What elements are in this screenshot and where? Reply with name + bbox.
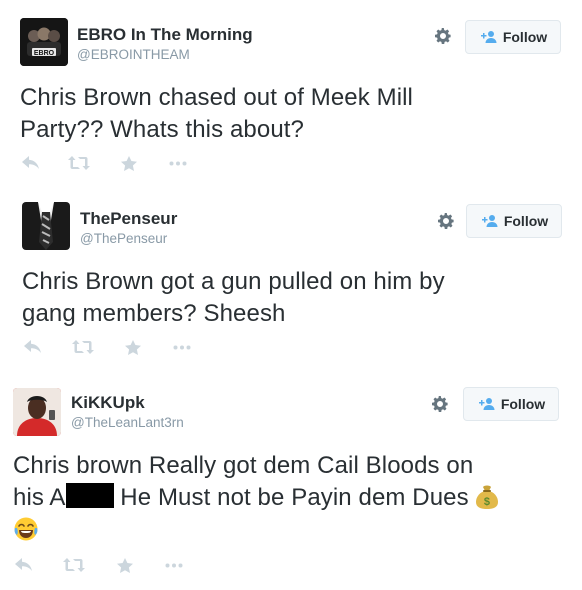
- svg-text:$: $: [484, 496, 490, 508]
- author-name[interactable]: KiKKUpk: [71, 393, 145, 413]
- tweet-text-line: Chris Brown got a gun pulled on him by: [22, 268, 445, 295]
- avatar[interactable]: [22, 202, 70, 250]
- avatar[interactable]: EBRO: [20, 18, 68, 66]
- more-icon[interactable]: [169, 161, 187, 166]
- more-icon[interactable]: [173, 345, 191, 350]
- tweet-text-line: gang members? Sheesh: [22, 300, 286, 327]
- follow-person-icon: [480, 214, 498, 228]
- tweet-actions: [13, 558, 213, 578]
- tweet-text-line: Party?? Whats this about?: [20, 116, 304, 143]
- tweet-text-line: Chris Brown chased out of Meek Mill: [20, 84, 413, 111]
- ebro-logo-avatar: EBRO: [20, 18, 68, 66]
- reply-icon[interactable]: [15, 558, 33, 572]
- gear-icon[interactable]: [430, 394, 450, 414]
- follow-person-icon: [479, 30, 497, 44]
- author-handle[interactable]: @EBROINTHEAM: [77, 47, 190, 62]
- suit-tie-avatar: [22, 202, 70, 250]
- author-name[interactable]: EBRO In The Morning: [77, 25, 253, 45]
- follow-button-label: Follow: [500, 396, 546, 412]
- tweet-text-fragment: his A: [13, 484, 66, 511]
- favorite-icon[interactable]: [125, 340, 141, 356]
- follow-button[interactable]: Follow: [466, 204, 562, 238]
- tweet-text: Chris Brown got a gun pulled on him by g…: [22, 266, 445, 330]
- tweet-text: Chris Brown chased out of Meek Mill Part…: [20, 82, 413, 146]
- money-bag-emoji: $: [476, 485, 499, 509]
- author-handle[interactable]: @ThePenseur: [80, 231, 167, 246]
- follow-button-label: Follow: [503, 213, 549, 229]
- favorite-icon[interactable]: [117, 558, 133, 574]
- follow-button[interactable]: Follow: [465, 20, 561, 54]
- author-name[interactable]: ThePenseur: [80, 209, 177, 229]
- svg-text:EBRO: EBRO: [34, 50, 55, 57]
- tweet-actions: [22, 340, 222, 360]
- person-photo-avatar: [13, 388, 61, 436]
- tweet-text-fragment: He Must not be Payin dem Dues: [113, 484, 469, 511]
- tweet-text-line: [13, 514, 499, 546]
- author-handle[interactable]: @TheLeanLant3rn: [71, 415, 184, 430]
- more-icon[interactable]: [165, 563, 183, 568]
- reply-icon[interactable]: [22, 156, 40, 170]
- tweet-text-line: Chris brown Really got dem Cail Bloods o…: [13, 452, 474, 479]
- retweet-icon[interactable]: [63, 558, 85, 572]
- tweet-actions: [20, 156, 220, 176]
- gear-icon[interactable]: [433, 26, 453, 46]
- follow-button-label: Follow: [502, 29, 548, 45]
- retweet-icon[interactable]: [68, 156, 90, 170]
- retweet-icon[interactable]: [72, 340, 94, 354]
- favorite-icon[interactable]: [121, 156, 137, 172]
- reply-icon[interactable]: [24, 340, 42, 354]
- tweet-text-line: his A He Must not be Payin dem Dues $: [13, 482, 499, 514]
- redaction-box: [65, 483, 114, 508]
- follow-person-icon: [477, 397, 495, 411]
- gear-icon[interactable]: [436, 211, 456, 231]
- avatar[interactable]: [13, 388, 61, 436]
- tweet-text: Chris brown Really got dem Cail Bloods o…: [13, 450, 499, 546]
- follow-button[interactable]: Follow: [463, 387, 559, 421]
- crying-laughing-emoji: [14, 517, 38, 541]
